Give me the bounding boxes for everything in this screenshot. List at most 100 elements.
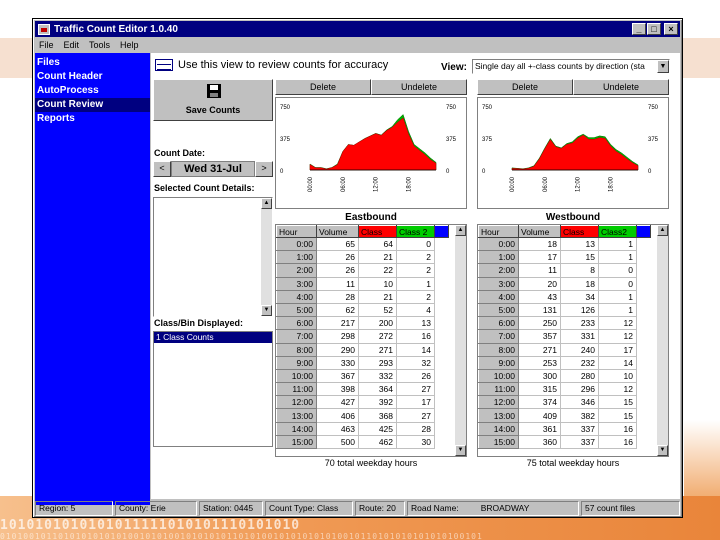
class-list-item[interactable]: 1 Class Counts xyxy=(154,332,272,343)
count-cell[interactable]: 62 xyxy=(316,303,359,318)
column-header[interactable]: Volume xyxy=(518,225,561,238)
count-cell[interactable]: 26 xyxy=(316,263,359,278)
count-cell[interactable]: 1 xyxy=(598,303,637,318)
count-cell[interactable]: 28 xyxy=(396,422,435,436)
count-cell[interactable]: 280 xyxy=(560,369,599,384)
count-cell[interactable]: 26 xyxy=(396,369,435,384)
table-row[interactable]: 0:00 65 64 0 xyxy=(276,236,449,252)
count-cell[interactable]: 298 xyxy=(316,329,359,344)
count-cell[interactable]: 10 xyxy=(598,369,637,384)
count-cell[interactable]: 16 xyxy=(598,422,637,436)
table-row[interactable]: 14:00 463 425 28 xyxy=(276,421,449,436)
count-cell[interactable]: 4 xyxy=(396,303,435,318)
eastbound-undelete-button[interactable]: Undelete xyxy=(371,79,467,95)
count-cell[interactable]: 1 xyxy=(396,277,435,291)
count-cell[interactable]: 346 xyxy=(560,395,599,410)
count-cell[interactable]: 293 xyxy=(358,356,397,370)
count-cell[interactable]: 1 xyxy=(598,290,637,304)
count-cell[interactable]: 131 xyxy=(518,303,561,318)
table-row[interactable]: 3:00 11 10 1 xyxy=(276,276,449,291)
count-cell[interactable]: 13 xyxy=(396,316,435,331)
table-row[interactable]: 11:00 315 296 12 xyxy=(478,382,651,397)
count-cell[interactable]: 27 xyxy=(396,382,435,397)
count-cell[interactable]: 360 xyxy=(518,435,561,450)
count-cell[interactable]: 1 xyxy=(598,250,637,265)
count-cell[interactable]: 43 xyxy=(518,290,561,304)
count-cell[interactable]: 17 xyxy=(518,250,561,265)
column-header[interactable]: Volume xyxy=(316,225,359,238)
table-row[interactable]: 10:00 367 332 26 xyxy=(276,368,449,384)
count-cell[interactable]: 52 xyxy=(358,303,397,318)
count-cell[interactable]: 15 xyxy=(598,395,637,410)
table-row[interactable]: 8:00 290 271 14 xyxy=(276,342,449,357)
count-cell[interactable]: 232 xyxy=(560,356,599,370)
count-cell[interactable]: 15 xyxy=(598,408,637,423)
count-cell[interactable]: 1 xyxy=(598,237,637,252)
table-row[interactable]: 9:00 330 293 32 xyxy=(276,355,449,370)
scroll-up-icon[interactable]: ▲ xyxy=(455,225,466,236)
table-row[interactable]: 0:00 18 13 1 xyxy=(478,236,651,252)
count-cell[interactable]: 253 xyxy=(518,356,561,370)
table-row[interactable]: 1:00 17 15 1 xyxy=(478,250,651,265)
count-cell[interactable]: 427 xyxy=(316,395,359,410)
count-cell[interactable]: 30 xyxy=(396,435,435,450)
count-cell[interactable]: 330 xyxy=(316,356,359,370)
column-header[interactable]: Class xyxy=(358,225,397,238)
count-cell[interactable]: 13 xyxy=(560,237,599,252)
count-cell[interactable]: 28 xyxy=(316,290,359,304)
column-header-class-3[interactable] xyxy=(636,225,651,238)
table-row[interactable]: 12:00 427 392 17 xyxy=(276,395,449,410)
count-cell[interactable]: 463 xyxy=(316,422,359,436)
count-cell[interactable]: 382 xyxy=(560,408,599,423)
count-cell[interactable]: 20 xyxy=(518,277,561,291)
table-row[interactable]: 13:00 406 368 27 xyxy=(276,408,449,423)
nav-item-reports[interactable]: Reports xyxy=(35,112,150,126)
count-cell[interactable]: 64 xyxy=(358,237,397,252)
count-cell[interactable]: 10 xyxy=(358,277,397,291)
count-cell[interactable]: 233 xyxy=(560,316,599,331)
count-cell[interactable]: 409 xyxy=(518,408,561,423)
count-cell[interactable]: 14 xyxy=(396,343,435,357)
menu-edit[interactable]: Edit xyxy=(64,40,80,50)
count-cell[interactable]: 357 xyxy=(518,329,561,344)
count-cell[interactable]: 65 xyxy=(316,237,359,252)
count-cell[interactable]: 315 xyxy=(518,382,561,397)
count-cell[interactable]: 374 xyxy=(518,395,561,410)
scroll-up-icon[interactable]: ▲ xyxy=(261,198,272,209)
count-cell[interactable]: 15 xyxy=(560,250,599,265)
next-date-button[interactable]: > xyxy=(255,161,273,177)
count-cell[interactable]: 337 xyxy=(560,422,599,436)
count-cell[interactable]: 12 xyxy=(598,316,637,331)
count-cell[interactable]: 18 xyxy=(518,237,561,252)
count-cell[interactable]: 17 xyxy=(396,395,435,410)
count-cell[interactable]: 2 xyxy=(396,250,435,265)
westbound-undelete-button[interactable]: Undelete xyxy=(573,79,669,95)
table-row[interactable]: 6:00 217 200 13 xyxy=(276,316,449,331)
count-cell[interactable]: 398 xyxy=(316,382,359,397)
column-header[interactable]: Class 2 xyxy=(396,225,435,238)
count-cell[interactable]: 217 xyxy=(316,316,359,331)
count-cell[interactable]: 200 xyxy=(358,316,397,331)
table-row[interactable]: 13:00 409 382 15 xyxy=(478,408,651,423)
table-row[interactable]: 6:00 250 233 12 xyxy=(478,316,651,331)
column-header[interactable]: Class xyxy=(560,225,599,238)
eastbound-table-scrollbar[interactable]: ▲ ▼ xyxy=(455,225,466,456)
count-cell[interactable]: 271 xyxy=(358,343,397,357)
table-row[interactable]: 14:00 361 337 16 xyxy=(478,421,651,436)
table-row[interactable]: 7:00 357 331 12 xyxy=(478,329,651,344)
count-cell[interactable]: 34 xyxy=(560,290,599,304)
count-cell[interactable]: 11 xyxy=(316,277,359,291)
view-select[interactable]: Single day all +-class counts by directi… xyxy=(472,59,670,74)
count-cell[interactable]: 250 xyxy=(518,316,561,331)
count-cell[interactable]: 392 xyxy=(358,395,397,410)
count-cell[interactable]: 462 xyxy=(358,435,397,450)
minimize-button[interactable]: _ xyxy=(632,23,646,35)
westbound-table-scrollbar[interactable]: ▲ ▼ xyxy=(657,225,668,456)
table-row[interactable]: 5:00 62 52 4 xyxy=(276,302,449,318)
table-row[interactable]: 15:00 360 337 16 xyxy=(478,434,651,450)
count-cell[interactable]: 14 xyxy=(598,356,637,370)
westbound-delete-button[interactable]: Delete xyxy=(477,79,573,95)
count-cell[interactable]: 337 xyxy=(560,435,599,450)
count-cell[interactable]: 271 xyxy=(518,343,561,357)
chevron-down-icon[interactable]: ▼ xyxy=(657,60,669,73)
